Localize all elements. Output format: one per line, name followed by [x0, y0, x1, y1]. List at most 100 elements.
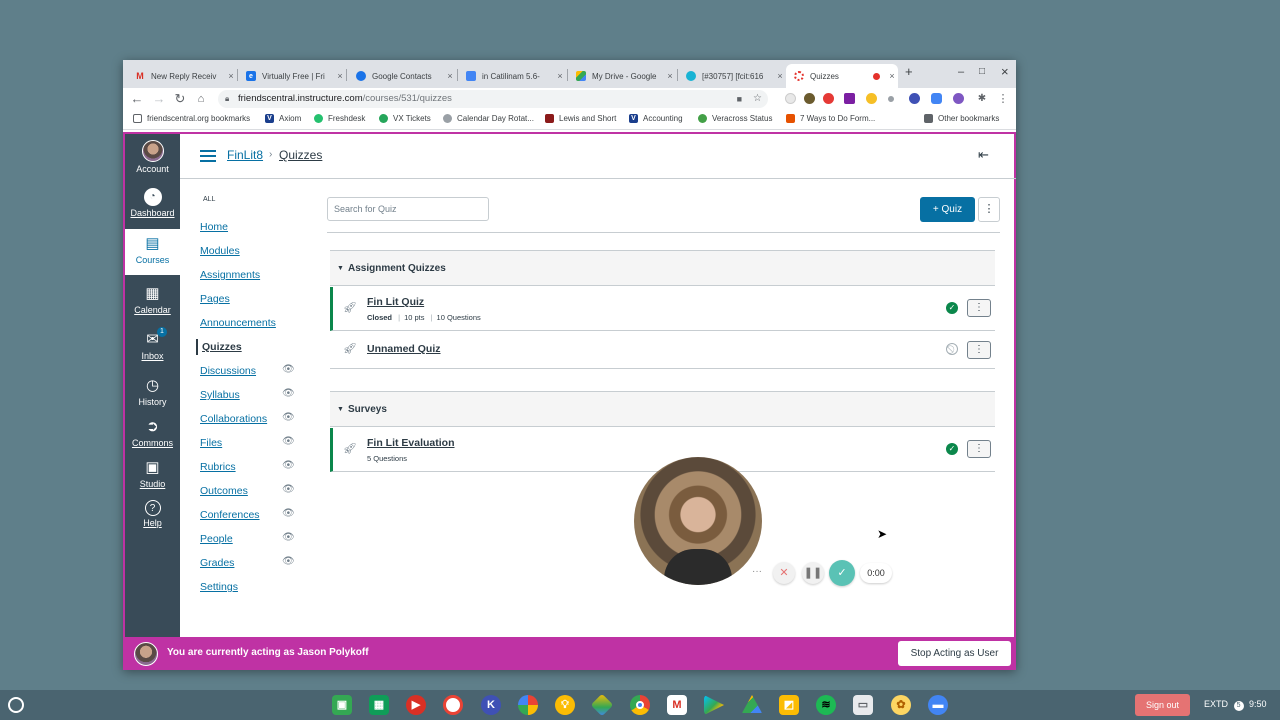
- global-nav-inbox[interactable]: ✉ 1 Inbox: [125, 327, 180, 361]
- hamburger-menu-icon[interactable]: [200, 150, 216, 162]
- global-nav-account[interactable]: Account: [125, 140, 180, 174]
- course-nav-rubrics[interactable]: Rubrics: [200, 461, 236, 473]
- bookmark-friendscentral[interactable]: friendscentral.org bookmarks: [133, 114, 250, 123]
- bookmark-accounting[interactable]: V Accounting: [629, 114, 683, 123]
- quiz-row[interactable]: 🚀︎ Unnamed Quiz ⃠ ⋮: [330, 331, 995, 369]
- tab-ticket[interactable]: [#30757] [fcit:616 ×: [678, 64, 786, 88]
- tab-google-contacts[interactable]: Google Contacts ×: [348, 64, 456, 88]
- course-nav-pages[interactable]: Pages: [200, 293, 230, 305]
- tab-virtually-free[interactable]: e Virtually Free | Fri ×: [238, 64, 346, 88]
- pause-recording-button[interactable]: ❚❚: [802, 562, 824, 584]
- back-button[interactable]: ←: [129, 91, 145, 107]
- course-nav-grades[interactable]: Grades: [200, 557, 234, 569]
- kami-icon[interactable]: K: [481, 695, 501, 715]
- unpublished-icon[interactable]: ⃠: [946, 343, 958, 355]
- group-header-surveys[interactable]: ▼ Surveys: [330, 391, 995, 427]
- sheets-icon[interactable]: ▦: [369, 695, 389, 715]
- kami-extension-icon[interactable]: [909, 93, 920, 104]
- extensions-puzzle-icon[interactable]: ✱: [974, 91, 990, 107]
- bookmark-calendar-day[interactable]: Calendar Day Rotat...: [443, 114, 534, 123]
- published-check-icon[interactable]: ✓: [946, 443, 958, 455]
- extension-icon[interactable]: [888, 96, 894, 102]
- more-options-icon[interactable]: ···: [752, 566, 762, 577]
- global-nav-courses[interactable]: ▤ Courses: [125, 229, 180, 275]
- course-nav-modules[interactable]: Modules: [200, 245, 240, 257]
- close-tab-icon[interactable]: ×: [444, 71, 456, 81]
- extension-icon[interactable]: [866, 93, 877, 104]
- bookmark-star-icon[interactable]: ☆: [753, 90, 762, 108]
- breadcrumb-course[interactable]: FinLit8: [227, 148, 263, 162]
- quiz-title-link[interactable]: Unnamed Quiz: [367, 343, 441, 355]
- close-window-button[interactable]: ×: [1001, 64, 1009, 79]
- spotify-icon[interactable]: ≋: [816, 695, 836, 715]
- camera-icon[interactable]: [443, 695, 463, 715]
- photos-icon[interactable]: [518, 695, 538, 715]
- home-icon[interactable]: ⌂: [193, 91, 209, 107]
- quiz-row[interactable]: 🚀︎ Fin Lit Quiz Closed | 10 pts | 10 Quest…: [330, 287, 995, 331]
- group-header-assignment-quizzes[interactable]: ▼ Assignment Quizzes: [330, 250, 995, 286]
- tab-my-drive[interactable]: My Drive - Google ×: [568, 64, 676, 88]
- global-nav-history[interactable]: ◷ History: [125, 377, 180, 407]
- bookmark-freshdesk[interactable]: Freshdesk: [314, 114, 365, 123]
- bookmark-veracross-status[interactable]: Veracross Status: [698, 114, 772, 123]
- bookmark-lewis-short[interactable]: Lewis and Short: [545, 114, 616, 123]
- launcher-button[interactable]: [8, 697, 24, 713]
- course-nav-discussions[interactable]: Discussions: [200, 365, 256, 377]
- course-nav-collaborations[interactable]: Collaborations: [200, 413, 267, 425]
- classroom-icon[interactable]: ▣: [332, 695, 352, 715]
- cancel-recording-button[interactable]: ✕: [773, 562, 795, 584]
- stop-acting-as-user-button[interactable]: Stop Acting as User: [898, 641, 1011, 666]
- quiz-row-menu-button[interactable]: ⋮: [967, 341, 991, 359]
- quiz-search-input[interactable]: Search for Quiz: [327, 197, 489, 221]
- extension-icon[interactable]: [823, 93, 834, 104]
- published-check-icon[interactable]: ✓: [946, 302, 958, 314]
- camera-indicator-icon[interactable]: ■: [737, 90, 742, 108]
- course-nav-people[interactable]: People: [200, 533, 233, 545]
- chrome-icon[interactable]: [630, 695, 650, 715]
- play-store-icon[interactable]: [704, 695, 724, 715]
- quiz-options-menu-button[interactable]: ⋮: [978, 197, 1000, 222]
- bookmark-7-ways[interactable]: 7 Ways to Do Form...: [786, 114, 875, 123]
- course-nav-home[interactable]: Home: [200, 221, 228, 233]
- tab-in-catilinam[interactable]: in Catilinam 5.6- ×: [458, 64, 566, 88]
- finish-recording-button[interactable]: ✓: [829, 560, 855, 586]
- global-nav-commons[interactable]: ➲ Commons: [125, 418, 180, 448]
- close-tab-icon[interactable]: ×: [554, 71, 566, 81]
- bookmark-vx-tickets[interactable]: VX Tickets: [379, 114, 431, 123]
- course-nav-syllabus[interactable]: Syllabus: [200, 389, 240, 401]
- course-nav-assignments[interactable]: Assignments: [200, 269, 260, 281]
- extension-icon[interactable]: [931, 93, 942, 104]
- quiz-row[interactable]: 🚀︎ Fin Lit Evaluation 5 Questions ✓ ⋮: [330, 428, 995, 472]
- bookmark-axiom[interactable]: V Axiom: [265, 114, 301, 123]
- extension-icon[interactable]: [804, 93, 815, 104]
- settings-icon[interactable]: ✿: [891, 695, 911, 715]
- minimize-button[interactable]: –: [958, 66, 964, 78]
- new-tab-button[interactable]: +: [905, 64, 913, 79]
- drive-icon[interactable]: [742, 695, 762, 713]
- extension-icon[interactable]: [785, 93, 796, 104]
- course-nav-outcomes[interactable]: Outcomes: [200, 485, 248, 497]
- collapse-sidebar-icon[interactable]: ⇤: [978, 147, 989, 163]
- global-nav-calendar[interactable]: ▦ Calendar: [125, 285, 180, 315]
- gallery-icon[interactable]: [590, 693, 614, 717]
- onenote-icon[interactable]: [844, 93, 855, 104]
- quiz-row-menu-button[interactable]: ⋮: [967, 299, 991, 317]
- extension-icon[interactable]: [953, 93, 964, 104]
- files-icon[interactable]: ▭: [853, 695, 873, 715]
- course-nav-conferences[interactable]: Conferences: [200, 509, 260, 521]
- close-tab-icon[interactable]: ×: [664, 71, 676, 81]
- close-tab-icon[interactable]: ×: [774, 71, 786, 81]
- address-bar[interactable]: 🔒︎ friendscentral.instructure.com/course…: [218, 90, 768, 108]
- course-nav-quizzes[interactable]: Quizzes: [196, 339, 242, 355]
- close-tab-icon[interactable]: ×: [886, 71, 898, 81]
- keep-notes-icon[interactable]: ◩: [779, 695, 799, 715]
- webcam-bubble[interactable]: [634, 457, 762, 585]
- gmail-icon[interactable]: M: [667, 695, 687, 715]
- global-nav-help[interactable]: ? Help: [125, 500, 180, 528]
- course-nav-announcements[interactable]: Announcements: [200, 317, 276, 329]
- bookmark-other[interactable]: Other bookmarks: [924, 114, 999, 123]
- sign-out-button[interactable]: Sign out: [1135, 694, 1190, 716]
- quiz-title-link[interactable]: Fin Lit Quiz: [367, 296, 424, 308]
- course-nav-files[interactable]: Files: [200, 437, 222, 449]
- quiz-row-menu-button[interactable]: ⋮: [967, 440, 991, 458]
